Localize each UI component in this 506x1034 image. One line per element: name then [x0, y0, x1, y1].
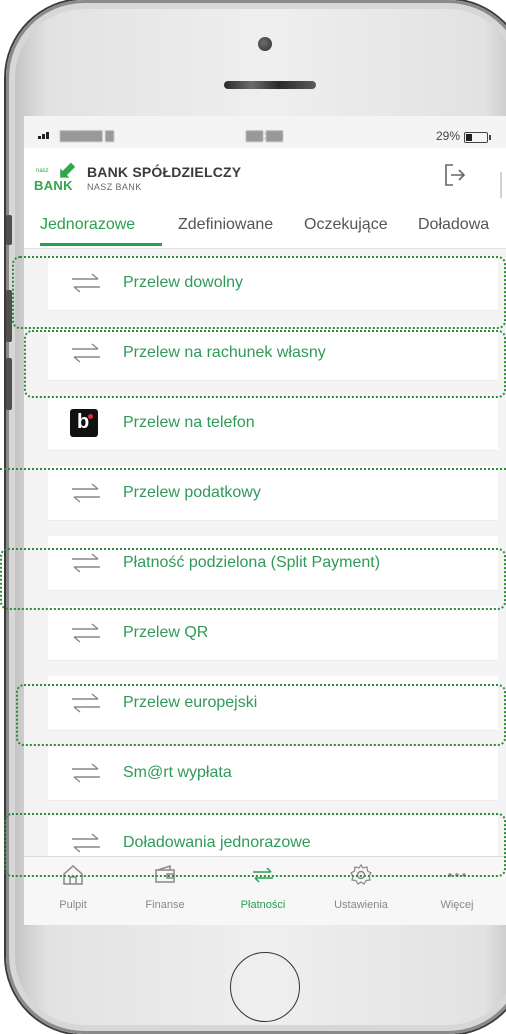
tabbar-label: Płatności [240, 899, 286, 911]
list-item-label: Przelew QR [123, 624, 209, 641]
transfer-arrows-icon [72, 343, 100, 363]
home-icon [63, 864, 83, 885]
status-bar: ▇▇▇▇▇ ▇ ▇▇:▇▇ 29% [24, 124, 506, 148]
list-item-przelew-wlasny[interactable]: Przelew na rachunek własny [48, 326, 498, 381]
volume-down-button [6, 358, 12, 410]
list-item-label: Płatność podzielona (Split Payment) [123, 554, 381, 571]
phone-frame: ▇▇▇▇▇ ▇ ▇▇:▇▇ 29% nasz ⬋ BANK BANK SPÓŁD… [6, 0, 506, 1034]
bank-logo: nasz ⬋ BANK [34, 158, 82, 194]
app-header: nasz ⬋ BANK BANK SPÓŁDZIELCZY NASZ BANK [24, 148, 506, 206]
list-item-przelew-podatkowy[interactable]: Przelew podatkowy [48, 466, 498, 521]
signal-icon [38, 132, 49, 139]
list-item-przelew-telefon[interactable]: b Przelew na telefon [48, 396, 498, 451]
transfer-arrows-icon [72, 273, 100, 293]
logo-big-text: BANK [34, 178, 73, 193]
home-button[interactable] [230, 952, 300, 1022]
time-blurred: ▇▇:▇▇ [246, 130, 283, 142]
tabbar-label: Więcej [440, 899, 474, 911]
tab-oczekujace[interactable]: Oczekujące [304, 216, 388, 234]
tabbar-label: Finanse [145, 899, 185, 911]
gear-icon [350, 863, 372, 885]
list-item-label: Przelew na rachunek własny [123, 344, 326, 361]
list-item-label: Przelew europejski [123, 694, 258, 711]
transfer-arrows-icon [72, 763, 100, 783]
volume-up-button [6, 290, 12, 342]
transfer-arrows-icon [72, 833, 100, 853]
list-item-label: Doładowania jednorazowe [123, 834, 311, 851]
bottom-tab-bar: Pulpit Finanse Płatności Ustawienia Więc… [24, 856, 506, 925]
carrier-blurred: ▇▇▇▇▇ ▇ [60, 130, 114, 142]
tabbar-platnosci[interactable]: Płatności [228, 857, 298, 925]
list-item-label: Sm@rt wypłata [123, 764, 232, 781]
more-dots-icon [448, 873, 466, 877]
list-item-label: Przelew podatkowy [123, 484, 261, 501]
logout-icon[interactable] [442, 162, 468, 188]
tabbar-finanse[interactable]: Finanse [130, 857, 200, 925]
battery-percent: 29% [436, 129, 461, 143]
tabbar-ustawienia[interactable]: Ustawienia [326, 857, 396, 925]
tabbar-wiecej[interactable]: Więcej [422, 857, 492, 925]
tabbar-label: Ustawienia [334, 899, 388, 911]
transfer-arrows-icon [253, 867, 273, 883]
payment-tabs: Jednorazowe Zdefiniowane Oczekujące Doła… [24, 198, 506, 249]
tabbar-pulpit[interactable]: Pulpit [38, 857, 108, 925]
tab-doladowania[interactable]: Doładowa [418, 216, 489, 234]
battery-icon [464, 132, 491, 143]
camera-icon [258, 37, 272, 51]
list-item-przelew-europejski[interactable]: Przelew europejski [48, 676, 498, 731]
logo-small-text: nasz [36, 168, 49, 174]
transfer-arrows-icon [72, 623, 100, 643]
blik-icon: b [70, 409, 98, 437]
wallet-icon [155, 864, 175, 883]
list-item-smart-wyplata[interactable]: Sm@rt wypłata [48, 746, 498, 801]
list-item-label: Przelew na telefon [123, 414, 255, 431]
list-item-przelew-qr[interactable]: Przelew QR [48, 606, 498, 661]
speaker-grille [224, 81, 316, 89]
list-item-split-payment[interactable]: Płatność podzielona (Split Payment) [48, 536, 498, 591]
mute-switch [6, 215, 12, 245]
tabbar-label: Pulpit [59, 899, 87, 911]
bank-subtitle: NASZ BANK [87, 182, 142, 192]
transfer-arrows-icon [72, 693, 100, 713]
tab-jednorazowe[interactable]: Jednorazowe [40, 216, 135, 234]
active-tab-indicator [40, 243, 162, 246]
bank-name: BANK SPÓŁDZIELCZY [87, 164, 242, 180]
tab-zdefiniowane[interactable]: Zdefiniowane [178, 216, 273, 234]
transfer-arrows-icon [72, 483, 100, 503]
list-item-label: Przelew dowolny [123, 274, 244, 291]
list-item-przelew-dowolny[interactable]: Przelew dowolny [48, 256, 498, 311]
app-screen: ▇▇▇▇▇ ▇ ▇▇:▇▇ 29% nasz ⬋ BANK BANK SPÓŁD… [24, 116, 506, 925]
transfer-arrows-icon [72, 553, 100, 573]
